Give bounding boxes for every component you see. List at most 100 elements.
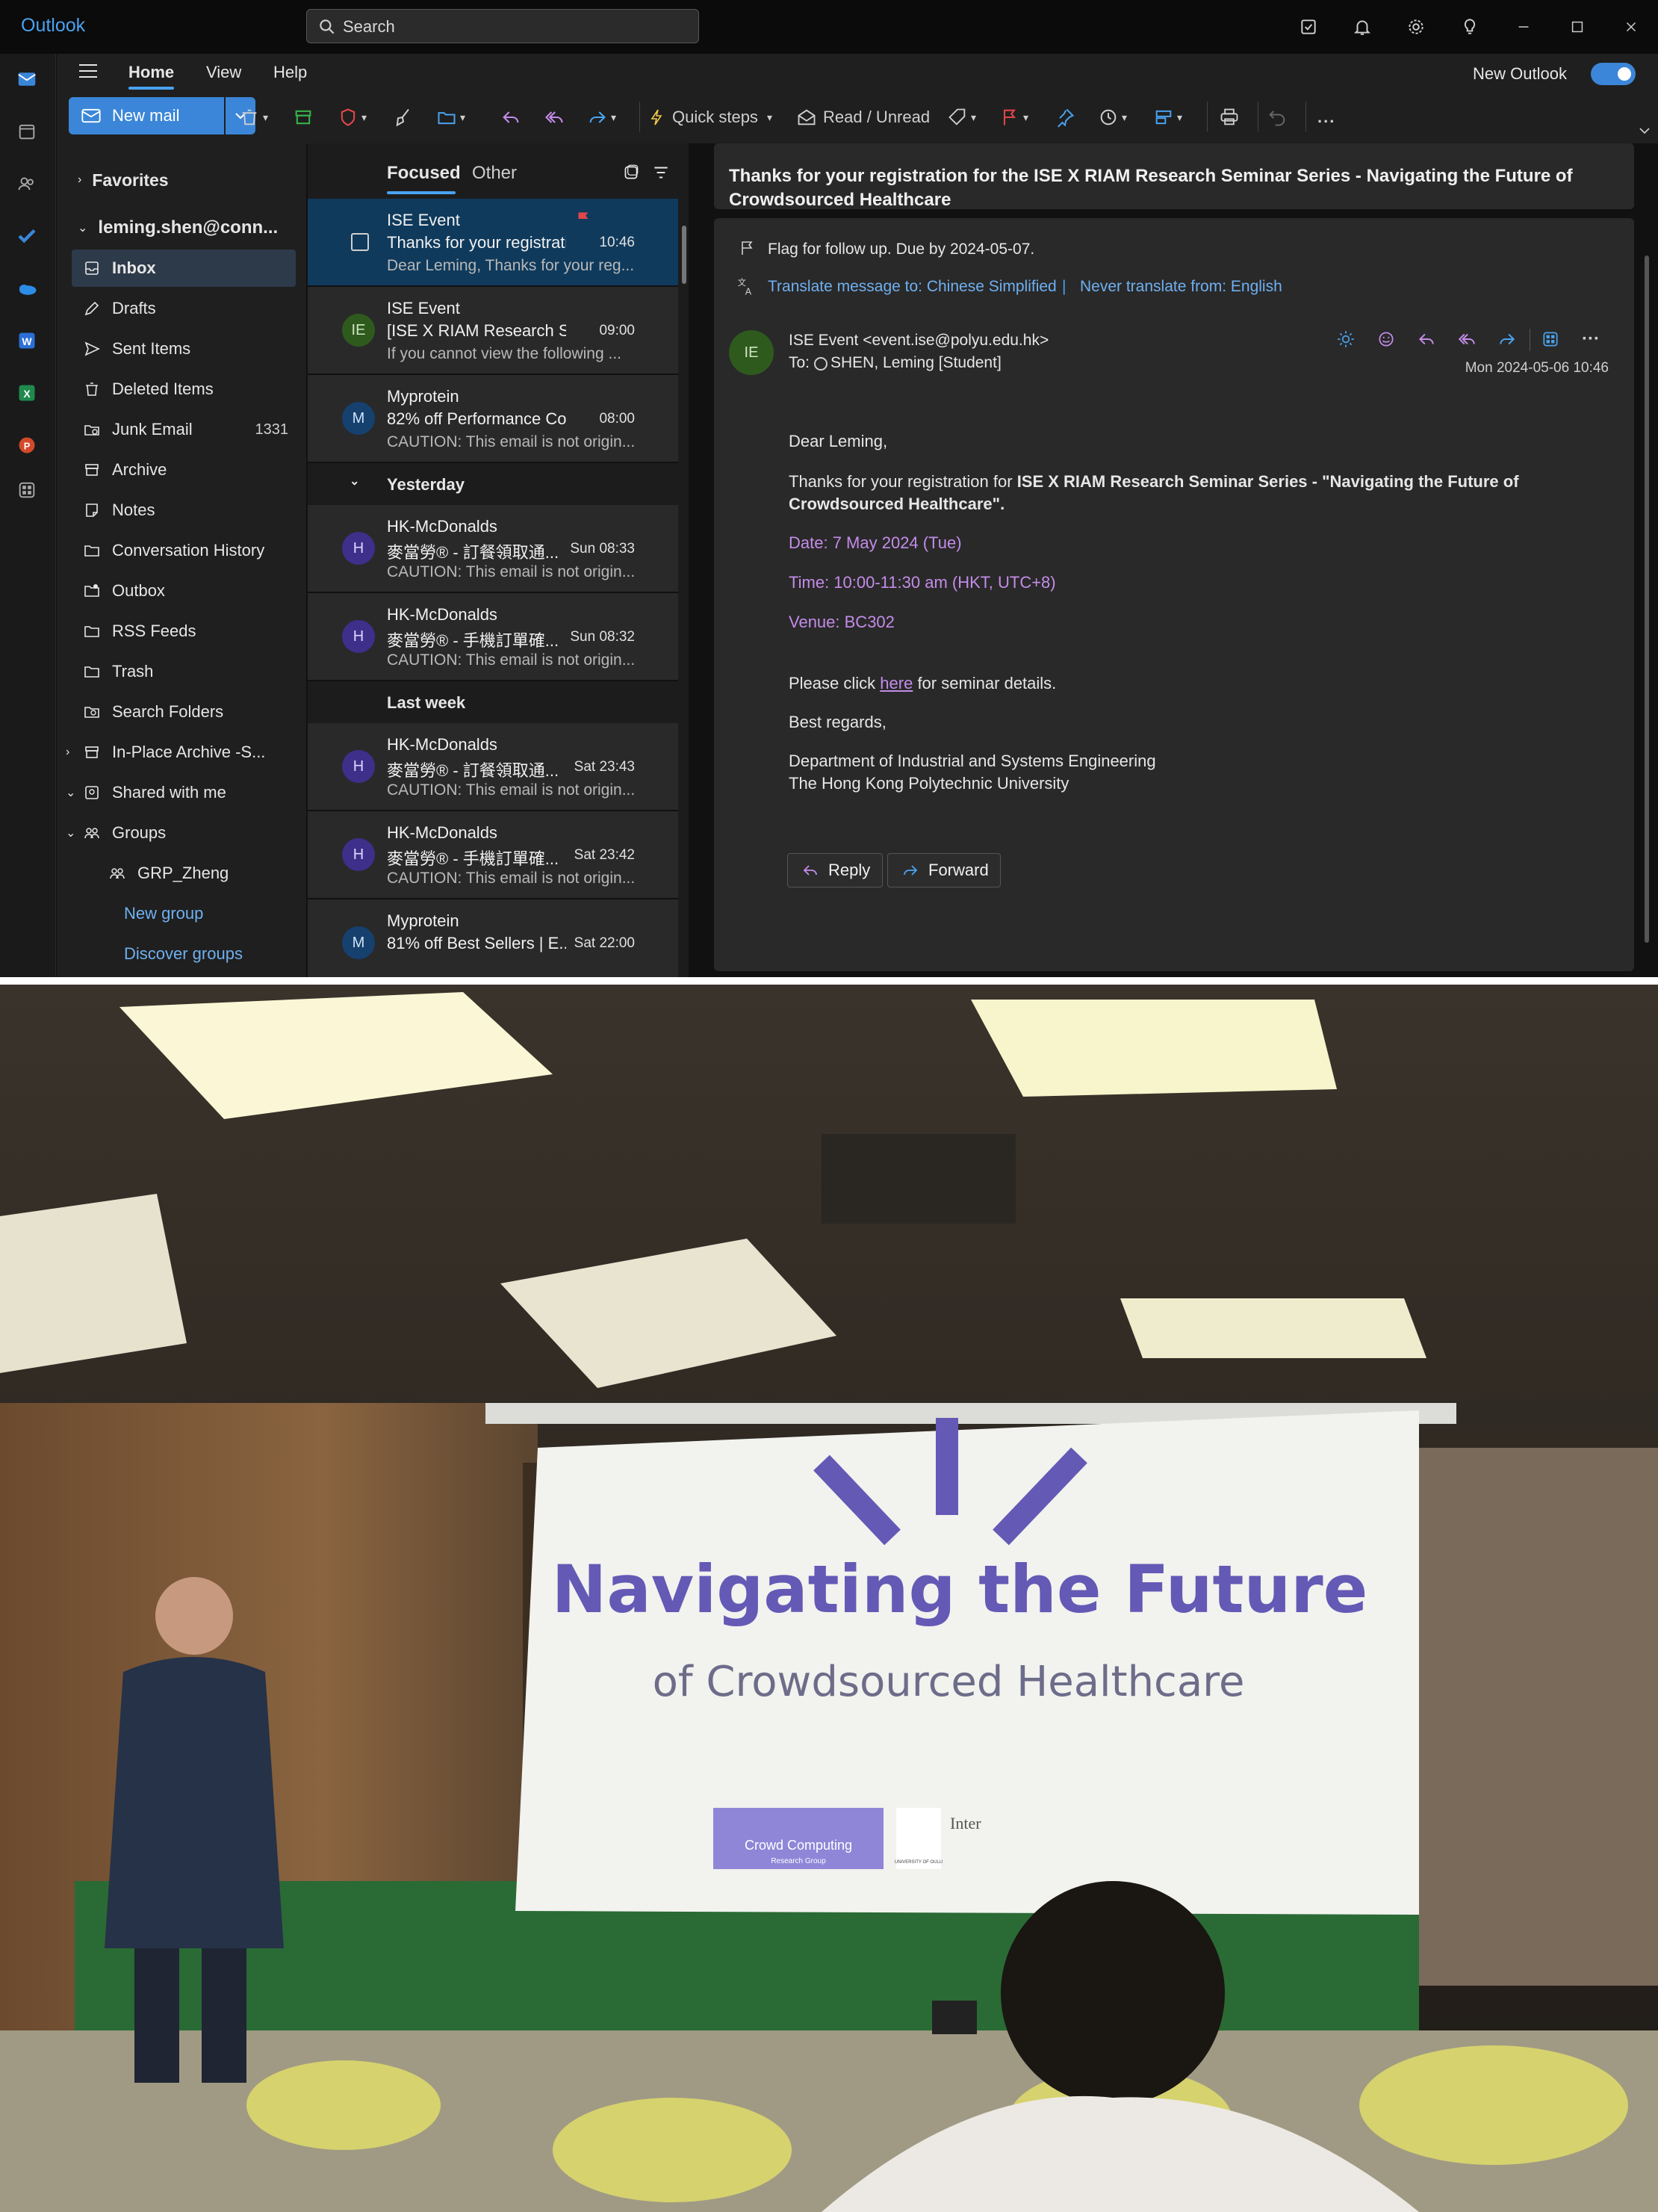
folder-move-icon <box>438 112 456 125</box>
reading-pane-scrollbar[interactable] <box>1645 255 1649 943</box>
group-header-yesterday[interactable]: ⌄ Yesterday <box>308 463 680 505</box>
quick-steps-button[interactable]: Quick steps ▾ <box>648 105 772 130</box>
reply-button[interactable]: Reply <box>787 853 883 887</box>
emoji-icon[interactable] <box>1371 324 1401 354</box>
sender-avatar: IE <box>729 330 774 375</box>
folder-inbox[interactable]: Inbox <box>72 250 296 287</box>
close-icon[interactable] <box>1604 0 1658 54</box>
folder-shared-with-me[interactable]: ⌄ Shared with me <box>66 774 296 811</box>
flag-button[interactable]: ▾ <box>999 105 1028 130</box>
folder-junk-email[interactable]: Junk Email 1331 <box>72 411 296 448</box>
recipient[interactable]: SHEN, Leming [Student] <box>830 354 1002 372</box>
folder-archive[interactable]: Archive <box>72 451 296 489</box>
sweep-button[interactable] <box>393 105 414 130</box>
more-actions-icon[interactable]: ··· <box>1576 324 1606 354</box>
search-input[interactable]: Search <box>306 9 699 43</box>
account-header[interactable]: ⌄ leming.shen@conn... <box>72 209 296 247</box>
translate-link[interactable]: Translate message to: Chinese Simplified <box>768 278 1057 296</box>
hamburger-menu-icon[interactable] <box>78 63 99 79</box>
reply-all-toolbar-button[interactable] <box>544 105 565 130</box>
move-to-button[interactable]: ▾ <box>436 105 465 130</box>
bell-icon[interactable] <box>1335 0 1389 54</box>
apps-icon[interactable] <box>1536 324 1565 354</box>
note-icon <box>81 499 103 521</box>
calendar-icon[interactable] <box>13 118 40 145</box>
open-envelope-icon <box>798 109 816 126</box>
message-row[interactable]: IE ISE Event [ISE X RIAM Research Se... … <box>308 287 680 375</box>
message-row[interactable]: H HK-McDonalds 麥當勞® - 手機訂單確... Sun 08:32… <box>308 593 680 681</box>
tab-view[interactable]: View <box>206 63 241 82</box>
folder-rss-feeds[interactable]: RSS Feeds <box>72 613 296 650</box>
folder-outbox[interactable]: Outbox <box>72 572 296 610</box>
favorites-header[interactable]: › Favorites <box>72 161 296 199</box>
folder-deleted-items[interactable]: Deleted Items <box>72 371 296 408</box>
reply-all-icon[interactable] <box>1452 324 1482 354</box>
folder-search-folders[interactable]: Search Folders <box>72 693 296 731</box>
new-outlook-toggle[interactable] <box>1591 63 1636 85</box>
select-icon[interactable] <box>621 163 641 186</box>
logo-text-research-group: Research Group <box>771 1857 826 1865</box>
my-day-icon[interactable] <box>1282 0 1335 54</box>
here-link[interactable]: here <box>880 674 913 693</box>
flag-icon[interactable] <box>574 209 593 232</box>
todo-icon[interactable] <box>13 223 40 250</box>
powerpoint-icon[interactable]: P <box>13 432 40 459</box>
categorize-button[interactable]: ▾ <box>947 105 976 130</box>
rules-button[interactable]: ▾ <box>1153 105 1182 130</box>
folder-trash[interactable]: Trash <box>72 653 296 690</box>
mail-icon[interactable] <box>13 66 40 93</box>
excel-icon[interactable]: X <box>13 379 40 406</box>
reply-toolbar-button[interactable] <box>500 105 521 130</box>
group-header-last-week[interactable]: Last week <box>308 681 680 723</box>
folder-notes[interactable]: Notes <box>72 492 296 529</box>
report-button[interactable]: ▾ <box>338 105 367 130</box>
read-unread-label: Read / Unread <box>823 108 931 126</box>
reply-icon[interactable] <box>1412 324 1441 354</box>
message-row[interactable]: M Myprotein 82% off Performance Coo... 0… <box>308 375 680 463</box>
folder-drafts[interactable]: Drafts <box>72 290 296 327</box>
apps-icon[interactable] <box>13 477 40 504</box>
message-row[interactable]: ISE Event Thanks for your registrati... … <box>308 199 680 287</box>
folder-groups[interactable]: ⌄ Groups <box>66 814 296 852</box>
filter-icon[interactable] <box>651 163 671 186</box>
archive-button[interactable] <box>293 105 314 130</box>
message-row[interactable]: H HK-McDonalds 麥當勞® - 訂餐領取通... Sun 08:33… <box>308 505 680 593</box>
folder-conversation-history[interactable]: Conversation History <box>72 532 296 569</box>
message-list-scrollbar[interactable] <box>678 143 689 977</box>
tab-other[interactable]: Other <box>472 163 517 184</box>
new-mail-button[interactable]: New mail <box>69 97 224 134</box>
forward-toolbar-button[interactable]: ▾ <box>587 105 616 130</box>
gear-icon[interactable] <box>1389 0 1443 54</box>
message-checkbox[interactable] <box>351 233 369 251</box>
more-options-button[interactable]: ... <box>1317 105 1335 130</box>
minimize-icon[interactable] <box>1497 0 1550 54</box>
sender-address[interactable]: ISE Event <event.ise@polyu.edu.hk> <box>789 332 1049 350</box>
message-row[interactable]: H HK-McDonalds 麥當勞® - 手機訂單確... Sat 23:42… <box>308 811 680 899</box>
pin-button[interactable] <box>1055 105 1075 130</box>
forward-button[interactable]: Forward <box>887 853 1001 887</box>
chevron-down-icon[interactable] <box>1639 118 1651 143</box>
logo-text-oulu: UNIVERSITY OF OULU <box>895 1860 943 1865</box>
print-button[interactable] <box>1219 105 1240 130</box>
tab-focused[interactable]: Focused <box>387 163 461 184</box>
group-grp-zheng[interactable]: GRP_Zheng <box>97 855 321 892</box>
email-date: Mon 2024-05-06 10:46 <box>1465 360 1609 376</box>
forward-icon[interactable] <box>1492 324 1522 354</box>
people-icon[interactable] <box>13 170 40 197</box>
undo-button[interactable] <box>1267 105 1288 130</box>
onedrive-icon[interactable] <box>13 275 40 302</box>
tab-home[interactable]: Home <box>128 63 175 90</box>
folder-in-place-archive[interactable]: › In-Place Archive -S... <box>66 734 296 771</box>
delete-button[interactable]: ▾ <box>239 105 268 130</box>
tab-help[interactable]: Help <box>273 63 307 82</box>
message-row[interactable]: M Myprotein 81% off Best Sellers | E... … <box>308 899 680 977</box>
word-icon[interactable]: W <box>13 327 40 354</box>
snooze-button[interactable]: ▾ <box>1098 105 1127 130</box>
message-row[interactable]: H HK-McDonalds 麥當勞® - 訂餐領取通... Sat 23:43… <box>308 723 680 811</box>
never-translate-link[interactable]: Never translate from: English <box>1080 278 1282 296</box>
lightbulb-icon[interactable] <box>1443 0 1497 54</box>
read-unread-button[interactable]: Read / Unread <box>796 105 930 130</box>
folder-sent-items[interactable]: Sent Items <box>72 330 296 368</box>
immersive-reader-icon[interactable] <box>1331 324 1361 354</box>
maximize-icon[interactable] <box>1550 0 1604 54</box>
